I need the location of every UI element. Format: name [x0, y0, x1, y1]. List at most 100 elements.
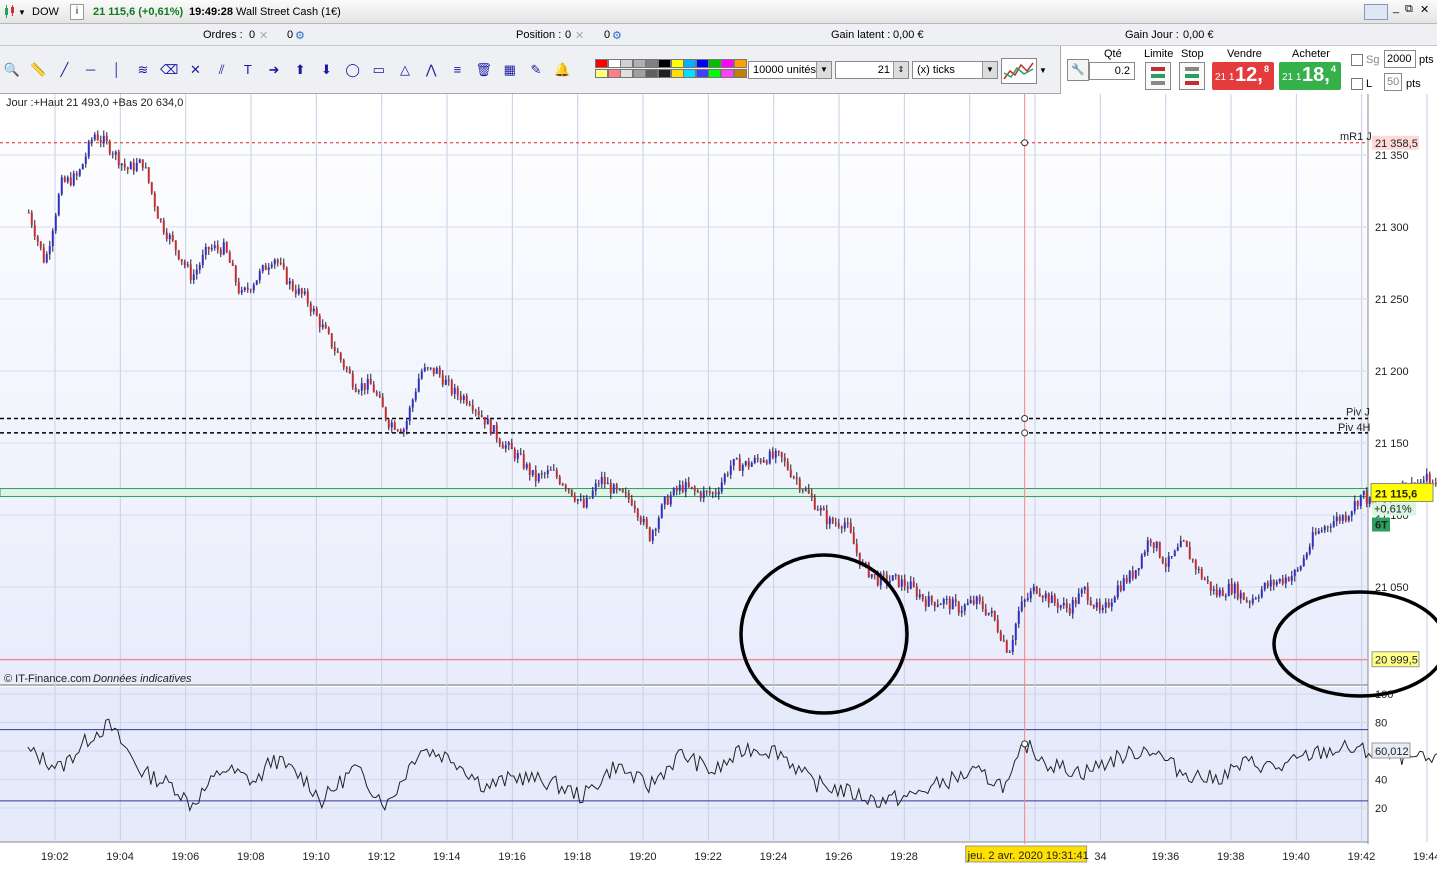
info-icon[interactable]: i — [70, 4, 84, 20]
candle-body — [1137, 568, 1140, 571]
color-swatch[interactable] — [733, 69, 747, 78]
candle-body — [477, 411, 480, 416]
cancel-orders-icon[interactable]: ✕ — [259, 29, 268, 42]
candle-body — [627, 492, 630, 500]
fibonacci-icon[interactable]: ≋ — [133, 60, 153, 80]
color-swatch[interactable] — [721, 69, 734, 78]
l-checkbox[interactable] — [1351, 78, 1363, 90]
candle-body — [150, 182, 153, 193]
color-swatch[interactable] — [708, 69, 722, 78]
main-pane[interactable] — [0, 94, 1368, 684]
candle-body — [243, 287, 246, 291]
candle-body — [465, 395, 468, 404]
text-icon[interactable]: T — [238, 60, 258, 80]
grid-icon[interactable]: ▦ — [500, 60, 520, 80]
candle-body — [27, 212, 30, 214]
chevron-down-icon[interactable]: ▼ — [18, 8, 26, 17]
ruler-icon[interactable]: 📏 — [28, 60, 48, 80]
rectangle-icon[interactable]: ▭ — [369, 60, 389, 80]
color-swatch[interactable] — [645, 69, 659, 78]
settings-position-icon[interactable]: ⚙ — [612, 29, 622, 42]
color-swatch[interactable] — [683, 69, 697, 78]
candle-body — [693, 487, 696, 491]
search-icon[interactable]: 🔍 — [2, 60, 22, 80]
candle-body — [909, 581, 912, 589]
symbol-label[interactable]: DOW — [32, 6, 59, 18]
color-swatch[interactable] — [607, 69, 621, 78]
triangle-icon[interactable]: △ — [395, 60, 415, 80]
color-swatch[interactable] — [607, 59, 621, 68]
wrench-icon[interactable]: 🔧 — [1067, 59, 1089, 81]
candle-body — [1188, 546, 1191, 560]
trash-icon[interactable]: 🗑 — [474, 60, 494, 80]
minimize-icon[interactable]: _ — [1393, 2, 1399, 14]
settings-orders-icon[interactable]: ⚙ — [295, 29, 305, 42]
indicators-icon[interactable] — [1001, 58, 1037, 84]
candle-body — [1023, 599, 1026, 602]
color-swatch[interactable] — [595, 59, 608, 68]
color-swatch[interactable] — [645, 59, 659, 68]
color-swatch[interactable] — [670, 59, 684, 68]
color-swatch[interactable] — [632, 59, 646, 68]
color-swatch[interactable] — [620, 59, 634, 68]
arrow-down-icon[interactable]: ⬇ — [316, 60, 336, 80]
candle-body — [1332, 521, 1335, 527]
qty-input[interactable]: 0.2 — [1089, 62, 1135, 80]
color-swatch[interactable] — [683, 59, 697, 68]
ticks-unit-select[interactable]: (x) ticks ▼ — [912, 61, 998, 79]
candle-body — [1104, 602, 1107, 608]
color-swatch[interactable] — [658, 59, 671, 68]
line-icon[interactable]: ╱ — [54, 60, 74, 80]
restore-icon[interactable]: ⧉ — [1405, 3, 1413, 16]
arrow-right-icon[interactable]: ➜ — [264, 60, 284, 80]
candle-body — [132, 162, 135, 171]
color-swatch[interactable] — [695, 59, 709, 68]
color-swatch[interactable] — [620, 69, 634, 78]
candle-body — [72, 173, 75, 186]
alarm-icon[interactable]: 🔔 — [552, 60, 572, 80]
close-icon[interactable]: ✕ — [1420, 3, 1429, 16]
candle-body — [936, 604, 939, 607]
sg-checkbox[interactable] — [1351, 54, 1363, 66]
limit-button[interactable] — [1145, 62, 1171, 90]
candle-body — [504, 445, 507, 449]
parallel-icon[interactable]: ⫽ — [212, 60, 232, 80]
color-swatch[interactable] — [695, 69, 709, 78]
spinner-icon[interactable]: ⇕ — [893, 62, 908, 78]
hline-icon[interactable]: ─ — [81, 60, 101, 80]
chevron-down-icon[interactable]: ▼ — [816, 62, 831, 78]
color-swatch[interactable] — [658, 69, 671, 78]
sg-input[interactable]: 2000 — [1384, 50, 1416, 68]
chevron-down-icon[interactable]: ▼ — [982, 62, 997, 78]
candle-body — [288, 281, 291, 285]
color-swatch[interactable] — [733, 59, 747, 68]
fan-icon[interactable]: ⋀ — [421, 60, 441, 80]
chevron-down-icon[interactable]: ▼ — [1039, 66, 1047, 75]
color-swatch[interactable] — [670, 69, 684, 78]
vline-icon[interactable]: │ — [107, 60, 127, 80]
rsi-pane[interactable] — [0, 687, 1368, 842]
eraser-icon[interactable]: ⌫ — [159, 60, 179, 80]
ellipse-icon[interactable]: ◯ — [343, 60, 363, 80]
l-input[interactable]: 50 — [1384, 73, 1402, 91]
units-select[interactable]: 10000 unités ▼ — [748, 61, 832, 79]
price-chart[interactable]: 19:02 19:04 19:06 19:08 19:10 19:12 19:14 19:16… — [0, 94, 1437, 869]
arrow-up-icon[interactable]: ⬆ — [290, 60, 310, 80]
candle-body — [672, 488, 675, 496]
stop-button[interactable] — [1179, 62, 1205, 90]
sell-button[interactable]: 21 1 12, 8 — [1212, 62, 1274, 90]
color-swatch[interactable] — [632, 69, 646, 78]
channel-icon[interactable]: ≡ — [447, 60, 467, 80]
keyboard-icon[interactable] — [1364, 4, 1388, 20]
buy-button[interactable]: 21 1 18, 4 — [1279, 62, 1341, 90]
close-position-icon[interactable]: ✕ — [575, 29, 584, 42]
color-swatch[interactable] — [595, 69, 608, 78]
pencil-icon[interactable]: ✎ — [526, 60, 546, 80]
color-swatch[interactable] — [708, 59, 722, 68]
cross-icon[interactable]: ✕ — [185, 60, 205, 80]
color-swatch[interactable] — [721, 59, 734, 68]
candle-body — [363, 383, 366, 390]
ticks-input[interactable]: 21 ⇕ — [835, 61, 909, 79]
candle-body — [645, 518, 648, 528]
candle-body — [588, 497, 591, 499]
